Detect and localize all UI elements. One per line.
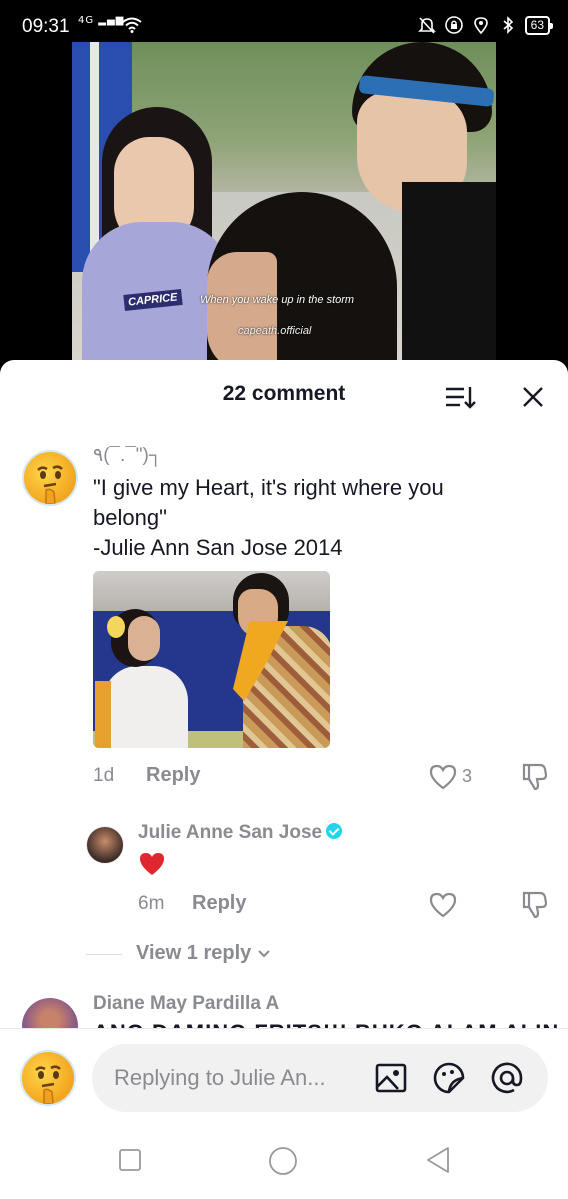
comment-username[interactable]: Diane May Pardilla A: [93, 993, 279, 1015]
sticker-icon[interactable]: [432, 1061, 466, 1095]
system-nav-bar: [0, 1128, 568, 1199]
mention-icon[interactable]: [490, 1061, 524, 1095]
thinking-face-icon: [35, 1065, 61, 1104]
view-replies-button[interactable]: View 1 reply: [136, 942, 271, 965]
comment-text-line: -Julie Ann San Jose 2014: [93, 535, 343, 560]
image-icon[interactable]: [374, 1061, 408, 1095]
mute-bell-icon: [417, 17, 436, 34]
comments-count-title: 22 comment: [222, 382, 346, 405]
close-icon[interactable]: [518, 382, 548, 412]
divider-line: [86, 954, 122, 955]
heart-outline-icon[interactable]: [428, 891, 458, 919]
thinking-face-icon: [37, 465, 63, 504]
like-count: 3: [462, 766, 473, 786]
reply-avatar[interactable]: [86, 826, 124, 864]
comment-text-line: "I give my Heart, it's right where you: [93, 475, 444, 500]
comment-username[interactable]: ٩(¯.¯")┐: [93, 444, 162, 467]
status-bar: 09:31 4G ▂▄▆ 63: [0, 0, 568, 44]
status-time: 09:31: [22, 16, 70, 37]
network-indicator: 4G ▂▄▆: [78, 15, 125, 26]
reply-username[interactable]: Julie Anne San Jose: [138, 822, 343, 844]
heart-outline-icon[interactable]: [428, 763, 458, 791]
comment-input-bar: Replying to Julie An...: [0, 1028, 568, 1128]
comment-input-placeholder: Replying to Julie An...: [114, 1065, 326, 1090]
bluetooth-icon: [503, 16, 513, 34]
dislike-icon[interactable]: [520, 890, 548, 920]
commenter-avatar[interactable]: [22, 450, 78, 506]
comment-time: 1d: [93, 765, 115, 786]
comment-text-line: belong": [93, 505, 167, 530]
red-heart-icon: [140, 853, 164, 875]
recents-square-icon[interactable]: [118, 1148, 142, 1172]
dislike-icon[interactable]: [520, 762, 548, 792]
comment-attached-photo[interactable]: [93, 571, 330, 748]
video-caption: When you wake up in the storm: [200, 294, 355, 306]
sort-icon[interactable]: [444, 382, 476, 412]
wifi-icon: [122, 17, 142, 33]
chevron-down-icon: [258, 950, 270, 958]
verified-badge-icon: [326, 823, 343, 839]
comment-input[interactable]: Replying to Julie An...: [92, 1044, 548, 1112]
back-triangle-icon[interactable]: [425, 1146, 451, 1174]
current-user-avatar: [20, 1050, 76, 1106]
home-circle-icon[interactable]: [268, 1146, 298, 1176]
comments-sheet: 22 comment ٩(¯.¯")┐ "I give my Heart, it…: [0, 360, 568, 1199]
video-player[interactable]: CAPRICE When you wake up in the storm ca…: [72, 42, 496, 372]
location-icon: [473, 17, 488, 35]
reply-button[interactable]: Reply: [146, 764, 200, 787]
lock-icon: [444, 16, 463, 34]
video-watermark: capeath.official: [238, 325, 312, 337]
reply-button[interactable]: Reply: [192, 892, 246, 915]
battery-indicator: 63: [524, 15, 554, 35]
reply-time: 6m: [138, 893, 165, 914]
